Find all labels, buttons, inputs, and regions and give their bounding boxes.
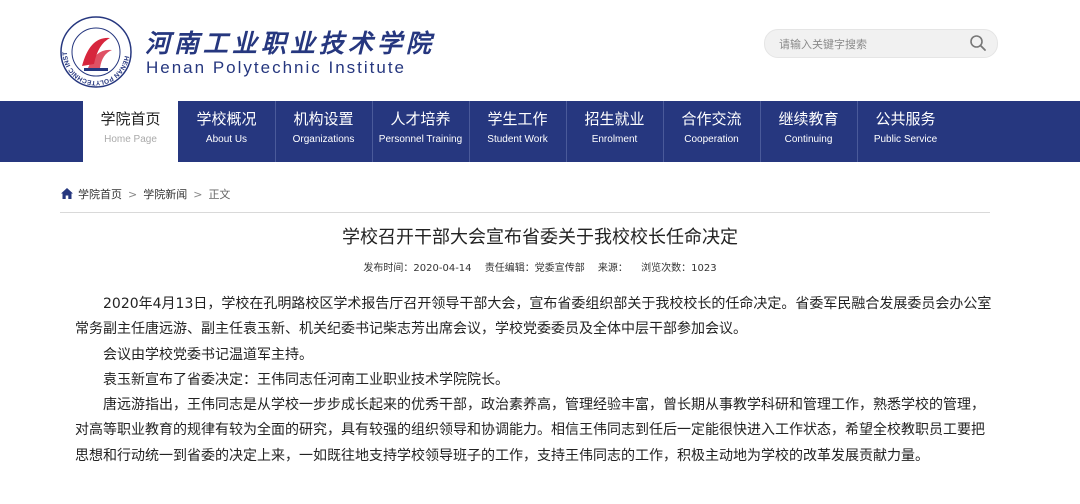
breadcrumb-home-link[interactable]: 学院首页 (78, 188, 122, 201)
nav-item-sublabel: Public Service (873, 134, 938, 145)
nav-item-label: 招生就业 (584, 110, 645, 128)
search-icon[interactable] (969, 34, 987, 52)
breadcrumb-separator: > (128, 188, 138, 201)
nav-item-label: 人才培养 (390, 110, 451, 128)
school-name-cn: 河南工业职业技术学院 (145, 29, 436, 58)
article-body: 2020年4月13日，学校在孔明路校区学术报告厅召开领导干部大会，宣布省委组织部… (75, 292, 995, 469)
nav-item-sublabel: Enrolment (591, 134, 638, 145)
article-meta: 发布时间：2020-04-14 责任编辑：党委宣传部 来源： 浏览次数：1023 (60, 259, 1020, 274)
nav-item-label: 合作交流 (681, 110, 742, 128)
nav-item-sublabel: Personnel Training (378, 134, 463, 145)
article-paragraph: 会议由学校党委书记温道军主持。 (103, 346, 313, 363)
search-box (764, 29, 998, 58)
breadcrumb: 学院首页 > 学院新闻 > 正文 (61, 186, 230, 202)
nav-item-sublabel: Home Page (104, 134, 157, 145)
article-paragraph: 袁玉新宣布了省委决定：王伟同志任河南工业职业技术学院院长。 (103, 371, 509, 388)
nav-item-organizations[interactable]: 机构设置 Organizations (276, 101, 371, 162)
publish-date: 发布时间：2020-04-14 (363, 263, 472, 274)
nav-item-sublabel: About Us (205, 134, 248, 145)
responsible-editor: 责任编辑：党委宣传部 (484, 263, 585, 274)
nav-item-sublabel: Student Work (487, 134, 548, 145)
nav-item-sublabel: Continuing (784, 134, 833, 145)
article-paragraph: 2020年4月13日，学校在孔明路校区学术报告厅召开领导干部大会，宣布省委组织部… (75, 296, 992, 338)
nav-item-home[interactable]: 学院首页 Home Page (83, 101, 178, 162)
nav-item-sublabel: Organizations (292, 134, 355, 145)
site-header: HENAN POLYTECHNIC INSTITUTE 河南工业职业技术学院 H… (0, 0, 1080, 101)
nav-item-label: 机构设置 (293, 110, 354, 128)
breadcrumb-news-link[interactable]: 学院新闻 (143, 188, 187, 201)
nav-item-label: 学校概况 (196, 110, 257, 128)
nav-item-public-service[interactable]: 公共服务 Public Service (858, 101, 953, 162)
nav-item-cooperation[interactable]: 合作交流 Cooperation (664, 101, 759, 162)
nav-item-continuing[interactable]: 继续教育 Continuing (761, 101, 856, 162)
nav-item-enrolment[interactable]: 招生就业 Enrolment (567, 101, 662, 162)
article-title: 学校召开干部大会宣布省委关于我校校长任命决定 (342, 227, 738, 248)
nav-item-label: 学生工作 (487, 110, 548, 128)
school-name-en: Henan Polytechnic Institute (146, 58, 407, 77)
nav-item-student-work[interactable]: 学生工作 Student Work (470, 101, 565, 162)
nav-item-label: 学院首页 (100, 110, 161, 128)
nav-item-label: 继续教育 (778, 110, 839, 128)
school-logo-icon[interactable]: HENAN POLYTECHNIC INSTITUTE (60, 16, 132, 88)
content-divider (60, 212, 990, 213)
home-icon (61, 188, 73, 199)
nav-item-sublabel: Cooperation (684, 134, 739, 145)
main-nav: 学院首页 Home Page 学校概况 About Us 机构设置 Organi… (0, 101, 1080, 162)
breadcrumb-separator: > (193, 188, 203, 201)
article-source: 来源： (597, 263, 628, 274)
view-count: 浏览次数：1023 (641, 263, 717, 274)
nav-item-label: 公共服务 (875, 110, 936, 128)
breadcrumb-current: 正文 (208, 188, 231, 201)
nav-item-about[interactable]: 学校概况 About Us (179, 101, 274, 162)
nav-item-personnel-training[interactable]: 人才培养 Personnel Training (373, 101, 468, 162)
article-paragraph: 唐远游指出，王伟同志是从学校一步步成长起来的优秀干部，政治素养高，管理经验丰富，… (75, 397, 985, 464)
search-input[interactable] (777, 34, 961, 54)
